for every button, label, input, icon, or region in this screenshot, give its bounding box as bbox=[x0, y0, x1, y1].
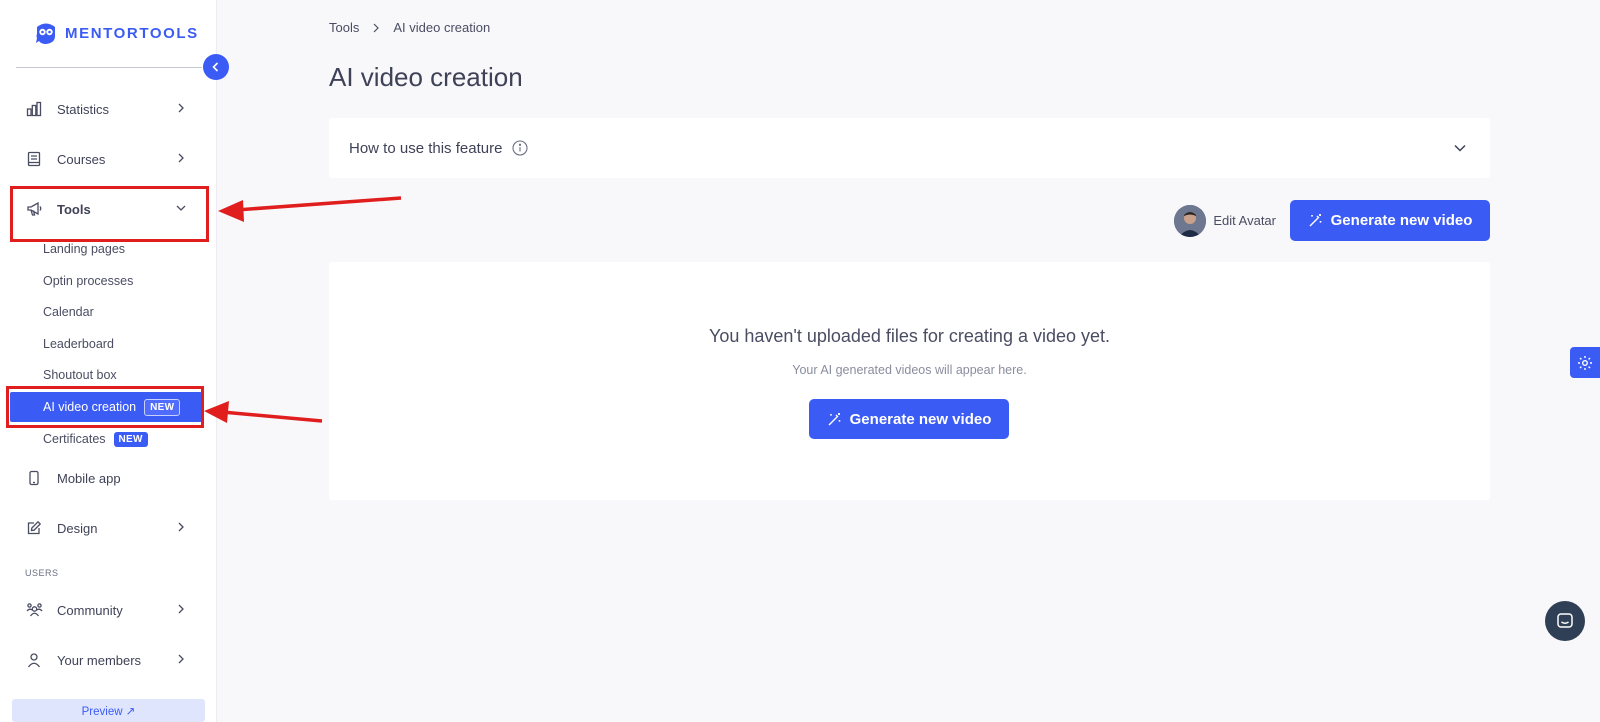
breadcrumb: Tools AI video creation bbox=[329, 20, 490, 35]
avatar bbox=[1174, 204, 1207, 237]
submenu-item-leaderboard[interactable]: Leaderboard bbox=[43, 333, 114, 355]
sidebar-item-label: Mobile app bbox=[57, 470, 121, 486]
sidebar-collapse-button[interactable] bbox=[203, 54, 229, 80]
breadcrumb-item-tools[interactable]: Tools bbox=[329, 20, 359, 35]
sidebar-item-label: Community bbox=[57, 602, 123, 618]
submenu-label: Shoutout box bbox=[43, 368, 117, 382]
generate-video-button[interactable]: Generate new video bbox=[1290, 200, 1490, 241]
sidebar-item-courses[interactable]: Courses bbox=[12, 139, 207, 179]
sidebar-item-label: Courses bbox=[57, 151, 106, 167]
sidebar-item-your-members[interactable]: Your members bbox=[12, 640, 207, 680]
chevron-left-icon bbox=[212, 62, 219, 72]
new-badge: NEW bbox=[113, 431, 148, 447]
generate-video-button-empty[interactable]: Generate new video bbox=[809, 399, 1009, 439]
submenu-item-optin-processes[interactable]: Optin processes bbox=[43, 270, 133, 292]
chevron-right-icon bbox=[178, 103, 184, 113]
howto-accordion[interactable]: How to use this feature bbox=[329, 118, 1490, 178]
breadcrumb-item-current: AI video creation bbox=[393, 20, 491, 35]
annotation-box-tools bbox=[10, 186, 209, 242]
pencil-icon bbox=[25, 519, 43, 537]
sidebar-item-statistics[interactable]: Statistics bbox=[12, 89, 207, 129]
bar-chart-icon bbox=[25, 100, 43, 118]
brand-logo[interactable]: MENTORTOOLS bbox=[33, 20, 199, 46]
sidebar-item-community[interactable]: Community bbox=[12, 590, 207, 630]
chevron-down-icon bbox=[1454, 144, 1466, 152]
magic-wand-icon bbox=[828, 412, 840, 425]
info-icon[interactable] bbox=[512, 140, 528, 156]
owl-logo-icon bbox=[36, 23, 55, 44]
preview-button[interactable]: Preview ↗ bbox=[12, 699, 205, 722]
chevron-right-icon bbox=[178, 153, 184, 163]
chevron-right-icon bbox=[178, 604, 184, 614]
sidebar-item-mobile-app[interactable]: Mobile app bbox=[12, 458, 207, 498]
annotation-box-ai-video bbox=[6, 386, 204, 428]
brand-name: MENTORTOOLS bbox=[65, 24, 199, 42]
sidebar: MENTORTOOLS Statistics Courses Tools Lan… bbox=[0, 0, 217, 722]
submenu-label: Leaderboard bbox=[43, 337, 114, 351]
submenu-item-calendar[interactable]: Calendar bbox=[43, 301, 94, 323]
sidebar-item-design[interactable]: Design bbox=[12, 508, 207, 548]
chat-icon bbox=[1557, 613, 1573, 628]
magic-wand-icon bbox=[1309, 214, 1321, 227]
howto-label: How to use this feature bbox=[349, 139, 503, 157]
empty-state-title: You haven't uploaded files for creating … bbox=[708, 326, 1111, 346]
submenu-label: Landing pages bbox=[43, 242, 126, 256]
submenu-label: Certificates bbox=[43, 432, 106, 446]
chevron-right-icon bbox=[178, 654, 184, 664]
submenu-label: Calendar bbox=[43, 305, 94, 319]
phone-icon bbox=[25, 469, 43, 487]
video-actions: Edit Avatar Generate new video bbox=[1174, 200, 1490, 241]
edit-avatar-link[interactable]: Edit Avatar bbox=[1174, 204, 1276, 237]
arrow-to-ai-video bbox=[204, 401, 323, 423]
page-title: AI video creation bbox=[329, 62, 523, 92]
preview-label: Preview ↗ bbox=[81, 705, 136, 718]
chevron-right-icon bbox=[178, 522, 184, 532]
submenu-item-shoutout-box[interactable]: Shoutout box bbox=[43, 364, 117, 386]
user-icon bbox=[25, 651, 43, 669]
sidebar-item-label: Design bbox=[57, 520, 98, 536]
section-label-users: USERS bbox=[25, 568, 59, 578]
book-icon bbox=[25, 150, 43, 168]
edit-avatar-label: Edit Avatar bbox=[1213, 213, 1276, 228]
people-icon bbox=[25, 601, 43, 619]
submenu-label: Optin processes bbox=[43, 274, 134, 288]
sidebar-divider bbox=[16, 67, 202, 68]
chat-launcher-button[interactable] bbox=[1545, 601, 1585, 641]
generate-label: Generate new video bbox=[1330, 212, 1473, 229]
arrow-to-tools bbox=[218, 196, 402, 222]
empty-state-card: You haven't uploaded files for creating … bbox=[329, 262, 1490, 500]
sidebar-item-label: Your members bbox=[57, 652, 142, 668]
sidebar-item-label: Statistics bbox=[57, 101, 110, 117]
submenu-item-certificates[interactable]: Certificates NEW bbox=[43, 428, 148, 450]
empty-state-subtitle: Your AI generated videos will appear her… bbox=[792, 363, 1027, 377]
gear-icon bbox=[1578, 355, 1592, 370]
settings-tab[interactable] bbox=[1570, 347, 1600, 378]
generate-label: Generate new video bbox=[849, 410, 992, 428]
chevron-right-icon bbox=[373, 23, 380, 32]
